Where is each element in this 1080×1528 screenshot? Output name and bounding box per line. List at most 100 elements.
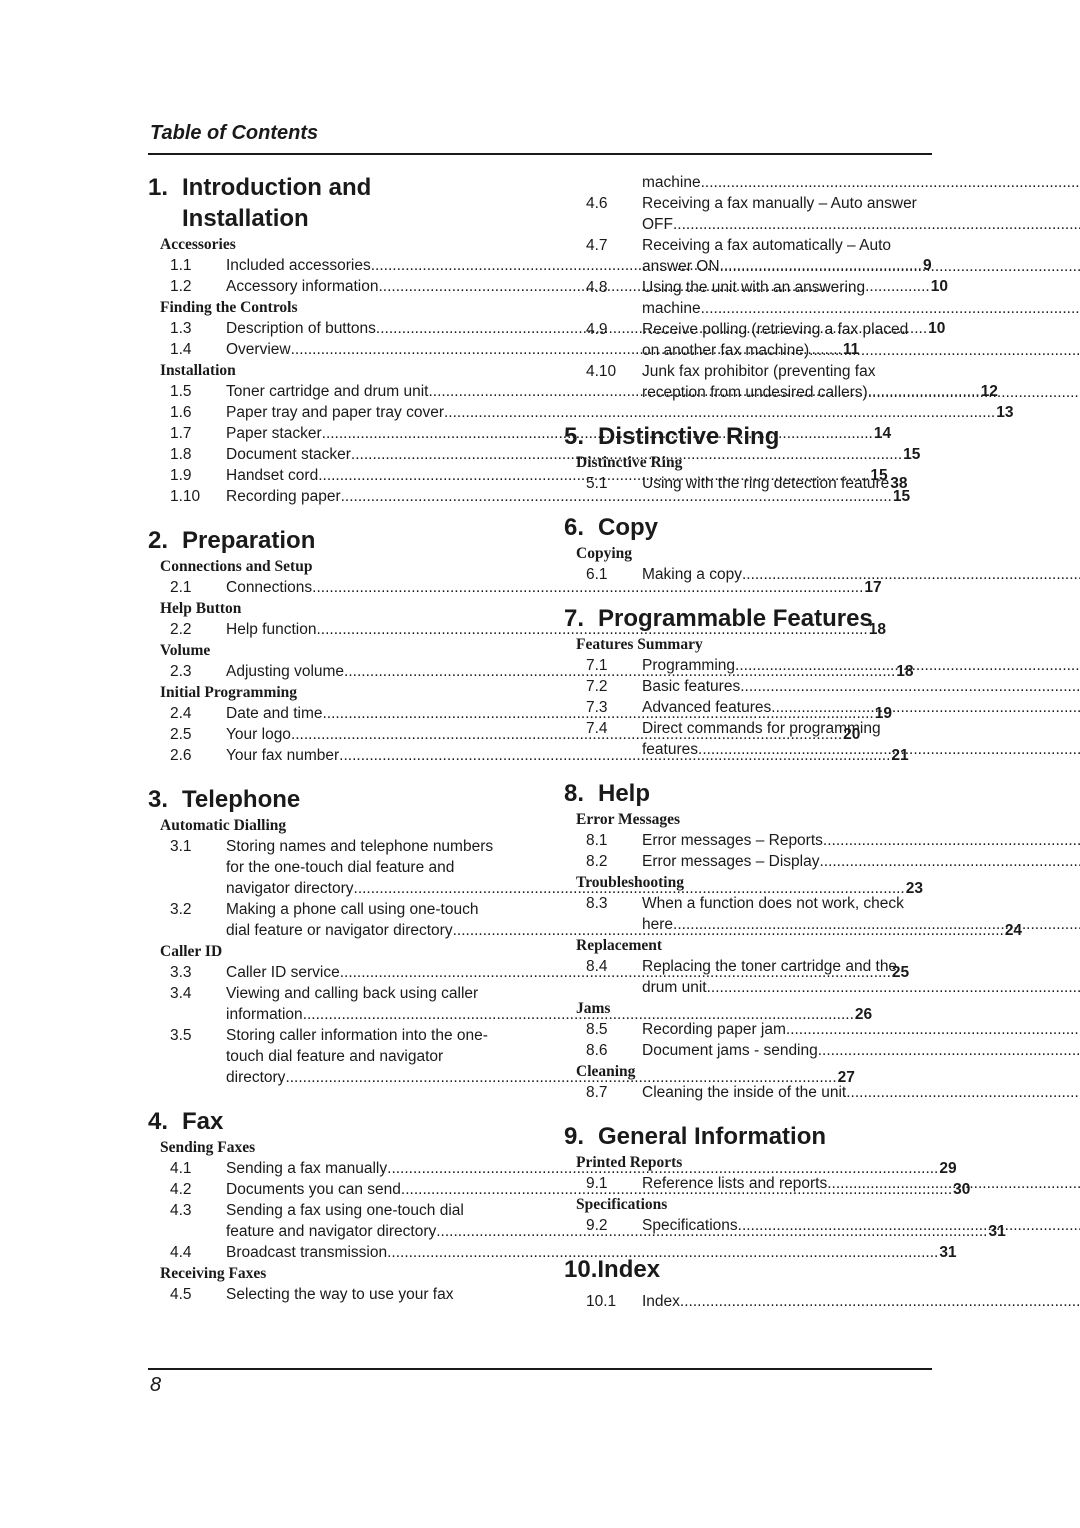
toc-entry[interactable]: 4.10 Junk fax prohibitor (preventing fax r… [564,361,930,403]
chapter-title[interactable]: 8. Help [564,778,930,809]
entry-page[interactable]: 13 [995,402,1013,423]
toc-entry[interactable]: 8.5Recording paper jam56 [564,1019,930,1040]
toc-entry[interactable]: 2.2Help function18 [148,619,886,640]
toc-entry[interactable]: 7.1Programming41 [564,655,930,676]
entry-text: reception from undesired callers) [642,384,868,401]
toc-entry[interactable]: 10.1Index66 [564,1291,930,1312]
entry-text: Documents you can send [226,1181,401,1198]
toc-entry[interactable]: 9.2Specifications63 [564,1215,930,1236]
entry-page[interactable]: 38 [889,473,907,494]
toc-entry[interactable]: 3.4 Viewing and calling back using caller… [148,983,872,1025]
entry-text: Included accessories [226,257,371,274]
entry-body: Document jams - sending59 [642,1040,1080,1061]
chapter-title[interactable]: 3. Telephone [148,784,514,815]
toc-entry[interactable]: 2.5Your logo20 [148,724,860,745]
toc-entry[interactable]: 7.2Basic features42 [564,676,930,697]
chapter-title[interactable]: 5. Distinctive Ring [564,421,930,452]
entry-page[interactable]: 31 [938,1242,956,1263]
toc-entry[interactable]: 4.3 Sending a fax using one-touch dial fea… [148,1200,1006,1242]
toc-entry[interactable]: 9.1Reference lists and reports62 [564,1173,930,1194]
entry-body: Using with the ring detection feature 38 [642,473,930,494]
entry-body: Error messages – Display47 [642,851,1080,872]
entry-number: 1.3 [170,320,192,337]
toc-entry[interactable]: 5.1 Using with the ring detection feature… [564,473,930,494]
toc-entry[interactable]: 4.2Documents you can send30 [148,1179,970,1200]
entry-text: Sending a fax manually [226,1160,388,1177]
toc-entry[interactable]: 4.7 Receiving a fax automatically – Auto a… [564,235,930,277]
toc-entry[interactable]: 4.9 Receive polling (retrieving a fax pla… [564,319,930,361]
toc-entry[interactable]: 1.10Recording paper15 [148,486,910,507]
section-heading: Printed Reports [576,1154,683,1171]
toc-entry[interactable]: 4.5 Selecting the way to use your fax [148,1284,514,1305]
section-heading: Receiving Faxes [160,1265,267,1282]
toc-entry[interactable]: 6.1Making a copy39 [564,564,930,585]
entry-body: Replacing the toner cartridge and the dru… [642,956,1080,998]
chapter-title[interactable]: 2. Preparation [148,525,514,556]
toc-entry[interactable]: 2.6Your fax number21 [148,745,909,766]
leader-dots [707,977,1080,998]
leader-dots [771,697,1080,718]
toc-entry[interactable]: 4.1Sending a fax manually29 [148,1158,957,1179]
toc-entry[interactable]: 1.1Included accessories9 [148,255,932,276]
toc-entry[interactable]: 2.4Date and time19 [148,703,892,724]
toc-entry[interactable]: 8.2Error messages – Display47 [564,851,930,872]
header-divider [148,153,932,155]
entry-number: 4.1 [170,1160,192,1177]
chapter-title[interactable]: 1. Introduction and [148,172,514,203]
chapter-title[interactable]: 6. Copy [564,512,930,543]
leader-dots [701,298,1080,319]
toc-entry[interactable]: 8.6Document jams - sending59 [564,1040,930,1061]
entry-last-line: Error messages – Display47 [642,851,1080,872]
toc-entry[interactable]: 1.2Accessory information10 [148,276,948,297]
chapter-title-text: General Information [598,1123,827,1150]
section-heading: Automatic Dialling [160,817,287,834]
toc-entry[interactable]: machine33 [564,172,930,193]
toc-entry[interactable]: 8.1Error messages – Reports47 [564,830,930,851]
toc-entry[interactable]: 8.3 When a function does not work, check h… [564,893,930,935]
toc-entry[interactable]: 3.3Caller ID service25 [148,962,909,983]
chapter-title[interactable]: 4. Fax [148,1106,514,1137]
toc-entry[interactable]: 4.8 Using the unit with an answering machi… [564,277,930,319]
toc-entry[interactable]: 8.7Cleaning the inside of the unit60 [564,1082,930,1103]
toc-entry[interactable]: 2.3Adjusting volume18 [148,661,914,682]
toc-entry[interactable]: 3.1 Storing names and telephone numbers fo… [148,836,923,899]
entry-number: 2.5 [170,726,192,743]
toc-entry[interactable]: 3.2 Making a phone call using one-touch di… [148,899,1022,941]
chapter-number: 3. [148,786,169,813]
entry-body: Selecting the way to use your fax [226,1284,514,1305]
chapter-title[interactable]: Installation [148,203,514,234]
toc-entry[interactable]: 1.4Overview11 [148,339,859,360]
entry-text: Help function [226,621,317,638]
entry-text: features [642,741,699,758]
toc-entry[interactable]: 1.5Toner cartridge and drum unit12 [148,381,998,402]
leader-dots [673,914,1080,935]
section-heading: Distinctive Ring [576,454,683,471]
chapter-title[interactable]: 10. Index [564,1254,930,1285]
toc-entry[interactable]: 3.5 Storing caller information into the o… [148,1025,855,1088]
entry-body: Receive polling (retrieving a fax placed… [642,319,1080,361]
toc-entry[interactable]: 7.3Advanced features43 [564,697,930,718]
toc-entry[interactable]: 2.1Connections17 [148,577,882,598]
toc-entry[interactable]: 7.4 Direct commands for programming featur… [564,718,930,760]
footer-divider [148,1368,932,1370]
leader-dots [698,739,1080,760]
leader-dots [738,1215,1080,1236]
toc-column-left: 1. Introduction and Installation Accessorie… [148,172,1022,1305]
toc-entry[interactable]: 8.4 Replacing the toner cartridge and the… [564,956,930,998]
chapter-number: 6. [564,514,585,541]
toc-entry[interactable]: 1.9Handset cord15 [148,465,888,486]
toc-entry[interactable]: 1.8Document stacker15 [148,444,920,465]
toc-entry[interactable]: 1.7Paper stacker14 [148,423,891,444]
entry-text: Using the unit with an answering [642,279,866,296]
toc-entry[interactable]: 4.6 Receiving a fax manually – Auto answe… [564,193,930,235]
chapter-title[interactable]: 9. General Information [564,1121,930,1152]
toc-entry[interactable]: 1.3Description of buttons10 [148,318,945,339]
chapter-title[interactable]: 7. Programmable Features [564,603,930,634]
entry-body: Reference lists and reports62 [642,1173,1080,1194]
toc-entry[interactable]: 4.4 Broadcast transmission 31 [148,1242,957,1263]
section-heading: Jams [576,1000,611,1017]
entry-body: Direct commands for programming features4… [642,718,1080,760]
toc-entry[interactable]: 1.6 Paper tray and paper tray cover 13 [148,402,1013,423]
